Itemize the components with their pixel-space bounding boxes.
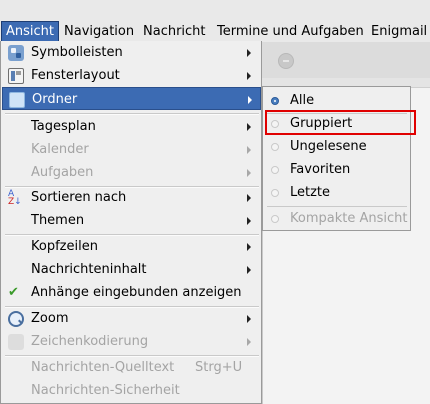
menu-item-label: Kopfzeilen — [31, 239, 98, 254]
menu-item-label: Anhänge eingebunden anzeigen — [31, 285, 242, 300]
menu-item-label: Tagesplan — [31, 119, 96, 134]
menu-item-label: Nachrichteninhalt — [31, 262, 147, 277]
menu-item-fensterlayout[interactable]: Fensterlayout — [2, 64, 261, 87]
radio-icon — [271, 143, 279, 151]
highlight-outline — [265, 110, 416, 135]
toolbars-icon — [8, 45, 24, 61]
menu-item-label: Kalender — [31, 142, 89, 157]
menu-item-aufgaben: Aufgaben — [2, 161, 261, 184]
ordner-submenu: Alle Gruppiert Ungelesene Favoriten Letz… — [262, 86, 411, 231]
menu-item-themen[interactable]: Themen — [2, 209, 261, 232]
menu-item-label: Themen — [31, 213, 85, 228]
menu-item-label: Nachrichten-Quelltext — [31, 360, 175, 375]
menu-separator — [5, 113, 259, 115]
menu-item-label: Aufgaben — [31, 165, 94, 180]
menu-item-ordner[interactable]: Ordner — [2, 87, 261, 110]
menu-item-tagesplan[interactable]: Tagesplan — [2, 115, 261, 138]
menu-nachricht[interactable]: Nachricht — [139, 21, 210, 42]
sort-az-icon: A Z↓ — [8, 189, 22, 207]
submenu-item-label: Kompakte Ansicht — [290, 211, 408, 226]
submenu-arrow-icon — [247, 169, 251, 177]
radio-selected-icon — [271, 97, 279, 105]
check-icon: ✔ — [8, 285, 19, 300]
menu-item-nachrichten-quelltext: Nachrichten-Quelltext Strg+U — [2, 356, 261, 379]
submenu-arrow-icon — [247, 72, 251, 80]
menu-item-label: Symbolleisten — [31, 45, 123, 60]
submenu-arrow-icon — [247, 49, 251, 57]
submenu-arrow-icon — [247, 243, 251, 251]
menu-bar: Ansicht Navigation Nachricht Termine und… — [0, 0, 430, 42]
submenu-arrow-icon — [247, 315, 251, 323]
submenu-arrow-icon — [247, 217, 251, 225]
menu-enigmail[interactable]: Enigmail — [367, 21, 430, 42]
radio-icon — [271, 189, 279, 197]
menu-item-sortieren-nach[interactable]: A Z↓ Sortieren nach — [2, 186, 261, 209]
menu-item-kopfzeilen[interactable]: Kopfzeilen — [2, 235, 261, 258]
menu-item-shortcut: Strg+U — [195, 360, 243, 375]
submenu-arrow-icon — [247, 123, 251, 131]
submenu-item-kompakte-ansicht: Kompakte Ansicht — [264, 207, 409, 230]
submenu-arrow-icon — [247, 146, 251, 154]
submenu-item-label: Ungelesene — [290, 139, 367, 154]
submenu-item-label: Letzte — [290, 185, 331, 200]
submenu-item-alle[interactable]: Alle — [264, 89, 409, 112]
zoom-icon — [8, 311, 24, 327]
ansicht-dropdown-menu: Symbolleisten Fensterlayout Ordner Tages… — [0, 41, 262, 404]
menu-bar-row: Ansicht Navigation Nachricht Termine und… — [0, 21, 430, 42]
menu-item-kalender: Kalender — [2, 138, 261, 161]
submenu-item-label: Alle — [290, 93, 315, 108]
menu-item-zeichenkodierung: Zeichenkodierung — [2, 330, 261, 353]
submenu-arrow-icon — [247, 338, 251, 346]
layout-icon — [8, 68, 24, 84]
radio-icon — [271, 166, 279, 174]
menu-navigation[interactable]: Navigation — [60, 21, 138, 42]
submenu-arrow-icon — [248, 96, 252, 104]
radio-icon — [271, 215, 279, 223]
stop-icon — [278, 53, 294, 69]
menu-item-label: Zoom — [31, 311, 69, 326]
menu-termine-und-aufgaben[interactable]: Termine und Aufgaben — [213, 21, 368, 42]
menu-item-zoom[interactable]: Zoom — [2, 307, 261, 330]
submenu-arrow-icon — [247, 194, 251, 202]
menu-item-label: Ordner — [32, 92, 78, 107]
menu-item-nachrichten-sicherheit: Nachrichten-Sicherheit — [2, 379, 261, 402]
submenu-item-label: Favoriten — [290, 162, 351, 177]
menu-item-label: Sortieren nach — [31, 190, 127, 205]
submenu-arrow-icon — [247, 266, 251, 274]
menu-item-label: Zeichenkodierung — [31, 334, 149, 349]
submenu-item-ungelesene[interactable]: Ungelesene — [264, 135, 409, 158]
submenu-item-letzte[interactable]: Letzte — [264, 181, 409, 204]
menu-item-label: Fensterlayout — [31, 68, 120, 83]
menu-item-nachrichteninhalt[interactable]: Nachrichteninhalt — [2, 258, 261, 281]
folder-icon — [9, 92, 25, 108]
menu-item-anhaenge-eingebunden-anzeigen[interactable]: ✔ Anhänge eingebunden anzeigen — [2, 281, 261, 304]
menu-ansicht[interactable]: Ansicht — [1, 21, 60, 42]
submenu-item-favoriten[interactable]: Favoriten — [264, 158, 409, 181]
charset-icon — [8, 334, 24, 350]
menu-item-label: Nachrichten-Sicherheit — [31, 383, 180, 398]
menu-item-symbolleisten[interactable]: Symbolleisten — [2, 41, 261, 64]
